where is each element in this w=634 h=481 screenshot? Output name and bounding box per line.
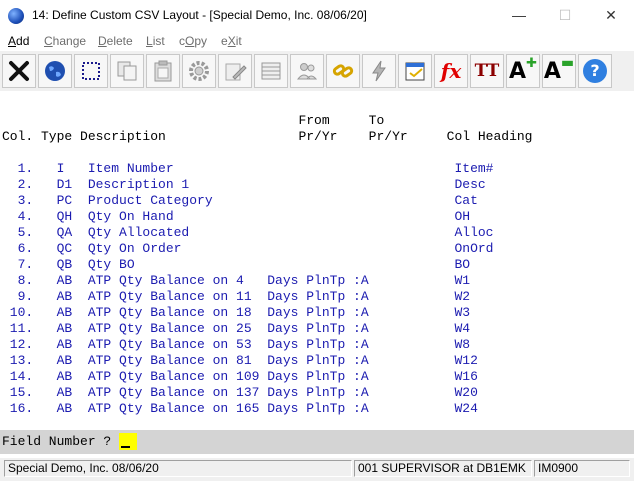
text-size-icon[interactable]: TT (470, 54, 504, 88)
calendar-icon[interactable] (398, 54, 432, 88)
paste-clipboard-icon[interactable] (146, 54, 180, 88)
csv-layout-screen: From To Col. Type Description Pr/Yr Pr/Y… (0, 91, 634, 430)
layout-row: 11. AB ATP Qty Balance on 25 Days PlnTp … (2, 321, 471, 336)
status-user: 001 SUPERVISOR at DB1EMK (354, 460, 532, 477)
menu-exit-rest: it (235, 34, 242, 48)
layout-row: 6. QC Qty On Order OnOrd (2, 241, 494, 256)
menu-change-rest: hange (52, 34, 87, 48)
menu-change[interactable]: Change (44, 34, 86, 48)
table-icon[interactable] (254, 54, 288, 88)
menu-bar: Add Change Delete List cOpy eXit (0, 31, 634, 51)
menu-exit[interactable]: eXit (221, 34, 242, 48)
menu-copy[interactable]: cOpy (179, 34, 207, 48)
layout-row: 15. AB ATP Qty Balance on 137 Days PlnTp… (2, 385, 478, 400)
help-circle: ? (583, 59, 607, 83)
globe-icon[interactable] (38, 54, 72, 88)
layout-row: 1. I Item Number Item# (2, 161, 494, 176)
layout-row: 10. AB ATP Qty Balance on 18 Days PlnTp … (2, 305, 471, 320)
menu-list[interactable]: List (146, 34, 165, 48)
layout-row: 9. AB ATP Qty Balance on 11 Days PlnTp :… (2, 289, 471, 304)
layout-row: 8. AB ATP Qty Balance on 4 Days PlnTp :A… (2, 273, 471, 288)
font-decrease-letter: A (543, 58, 561, 84)
app-globe-icon (8, 8, 24, 24)
text-cursor (121, 446, 130, 448)
column-header-line-2: Col. Type Description Pr/Yr Pr/Yr Col He… (2, 129, 533, 144)
copy-pages-icon[interactable] (110, 54, 144, 88)
minimize-button[interactable]: — (496, 0, 542, 31)
layout-row: 4. QH Qty On Hand OH (2, 209, 471, 224)
menu-change-accel: C (44, 34, 53, 48)
users-icon[interactable] (290, 54, 324, 88)
close-x-icon[interactable] (2, 54, 36, 88)
layout-row: 13. AB ATP Qty Balance on 81 Days PlnTp … (2, 353, 478, 368)
help-icon[interactable]: ? (578, 54, 612, 88)
menu-add-rest: dd (16, 34, 30, 48)
layout-row: 14. AB ATP Qty Balance on 109 Days PlnTp… (2, 369, 478, 384)
menu-exit-accel: X (227, 34, 236, 48)
status-bar: Special Demo, Inc. 08/06/20 001 SUPERVIS… (0, 458, 634, 481)
plus-icon: ✚ (526, 55, 537, 71)
menu-list-rest: ist (152, 34, 165, 48)
column-header-line-1: From To (2, 113, 385, 128)
layout-row: 12. AB ATP Qty Balance on 53 Days PlnTp … (2, 337, 471, 352)
title-bar: 14: Define Custom CSV Layout - [Special … (0, 0, 634, 31)
window-title: 14: Define Custom CSV Layout - [Special … (32, 8, 367, 22)
status-program: IM0900 (534, 460, 630, 477)
status-company: Special Demo, Inc. 08/06/20 (4, 460, 352, 477)
lightning-icon[interactable] (362, 54, 396, 88)
menu-exit-pre: e (221, 34, 228, 48)
field-number-label: Field Number ? (2, 434, 112, 449)
menu-delete-rest: elete (106, 34, 133, 48)
layout-row: 3. PC Product Category Cat (2, 193, 478, 208)
menu-copy-rest: py (194, 34, 208, 48)
font-increase-letter: A (509, 58, 527, 84)
menu-list-accel: L (146, 34, 153, 48)
gear-icon[interactable] (182, 54, 216, 88)
command-prompt-bar: Field Number ? (0, 430, 634, 454)
font-increase-icon[interactable]: A ✚ (506, 54, 540, 88)
layout-row: 2. D1 Description 1 Desc (2, 177, 486, 192)
dotted-select-icon[interactable] (74, 54, 108, 88)
edit-pencil-icon[interactable] (218, 54, 252, 88)
minus-icon: ▬ (560, 55, 575, 71)
fx-function-icon[interactable]: fx (434, 54, 468, 88)
menu-add-accel: A (8, 34, 17, 48)
layout-row: 16. AB ATP Qty Balance on 165 Days PlnTp… (2, 401, 478, 416)
menu-delete-accel: D (98, 34, 107, 48)
font-decrease-icon[interactable]: A ▬ (542, 54, 576, 88)
maximize-button[interactable]: ☐ (542, 0, 588, 31)
layout-row: 5. QA Qty Allocated Alloc (2, 225, 494, 240)
menu-add[interactable]: Add (8, 34, 29, 48)
chain-link-icon[interactable] (326, 54, 360, 88)
close-button[interactable]: ✕ (588, 0, 634, 31)
layout-row: 7. QB Qty BO BO (2, 257, 471, 272)
menu-copy-accel: O (185, 34, 195, 48)
menu-delete[interactable]: Delete (98, 34, 133, 48)
toolbar: fx TT A ✚ A ▬ ? (0, 51, 634, 92)
